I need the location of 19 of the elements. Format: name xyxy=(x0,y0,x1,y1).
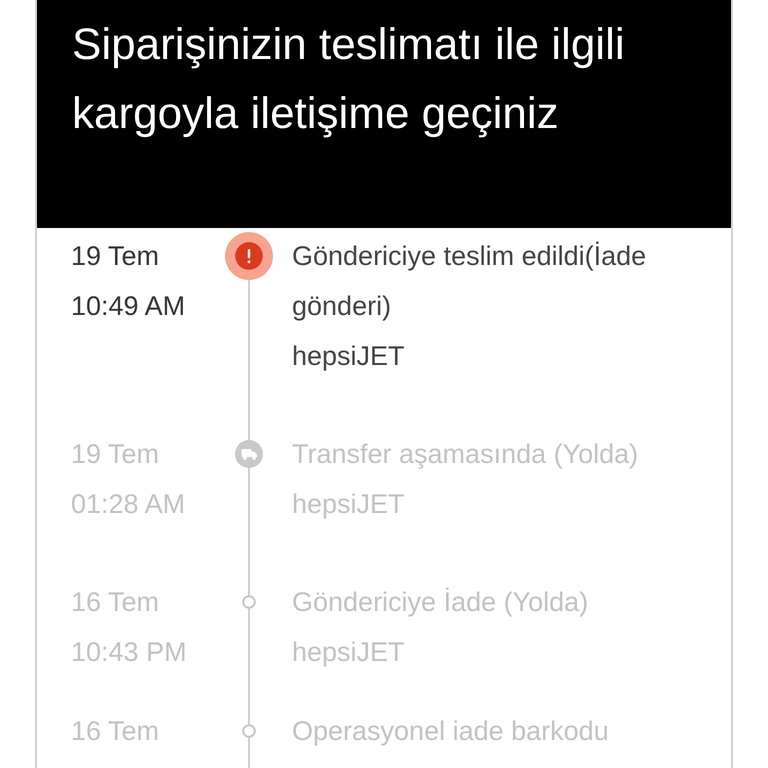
status-text: Operasyonel iade barkodu xyxy=(292,715,610,748)
date-text: 19 Tem xyxy=(71,240,160,273)
header-title: Siparişinizin teslimatı ile ilgili kargoyla iletişime geçiniz xyxy=(72,19,626,140)
date-text: 16 Tem xyxy=(71,586,160,619)
date-text: 19 Tem xyxy=(71,438,160,471)
time-text: 10:49 AM xyxy=(71,290,186,323)
status-text: Göndericiye teslim edildi(İade gönderi) xyxy=(292,240,648,323)
circle-icon xyxy=(242,595,256,609)
carrier-text: hepsiJET xyxy=(292,488,405,521)
truck-icon xyxy=(235,440,263,468)
status-text: Göndericiye İade (Yolda) xyxy=(292,586,590,619)
carrier-text: hepsiJET xyxy=(292,636,405,669)
date-text: 16 Tem xyxy=(71,715,160,748)
time-text: 10:43 PM xyxy=(71,636,187,669)
alert-icon xyxy=(225,230,273,282)
carrier-text: hepsiJET xyxy=(292,340,405,373)
time-text: 01:28 AM xyxy=(71,488,186,521)
status-text: Transfer aşamasında (Yolda) xyxy=(292,438,640,471)
circle-icon xyxy=(242,724,256,738)
